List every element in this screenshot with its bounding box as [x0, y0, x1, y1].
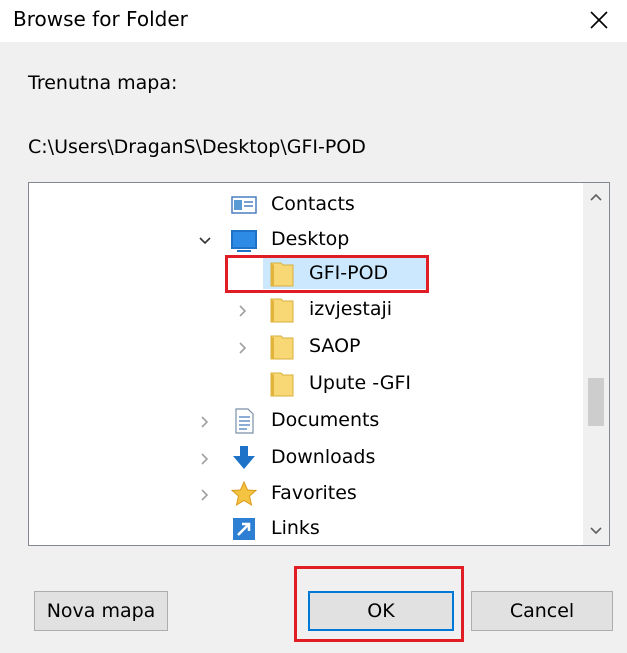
close-button[interactable]: [579, 1, 619, 41]
chevron-right-icon[interactable]: [235, 302, 251, 318]
current-folder-label: Trenutna mapa:: [28, 72, 178, 94]
chevron-down-icon[interactable]: [197, 232, 213, 248]
new-folder-button[interactable]: Nova mapa: [34, 591, 168, 631]
folder-icon: [269, 297, 295, 323]
dialog-title: Browse for Folder: [13, 7, 188, 31]
current-folder-path: C:\Users\DraganS\Desktop\GFI-POD: [28, 136, 366, 158]
close-icon: [590, 11, 608, 29]
highlight-annotation-ok-button: [294, 566, 464, 642]
tree-item-label: izvjestaji: [309, 298, 393, 320]
chevron-up-icon: [590, 193, 602, 201]
documents-icon: [231, 408, 257, 434]
tree-item-label: Documents: [271, 409, 380, 431]
chevron-right-icon[interactable]: [197, 413, 213, 429]
tree-item-documents[interactable]: Documents: [29, 404, 579, 438]
chevron-down-icon: [590, 527, 602, 535]
tree-item-label: Contacts: [271, 193, 355, 215]
chevron-right-icon[interactable]: [197, 486, 213, 502]
tree-item-links[interactable]: Links: [29, 512, 579, 545]
tree-item-saop[interactable]: SAOP: [29, 330, 579, 364]
tree-item-contacts[interactable]: Contacts: [29, 188, 579, 222]
downloads-icon: [231, 445, 257, 471]
tree-item-favorites[interactable]: Favorites: [29, 477, 579, 511]
chevron-right-icon[interactable]: [235, 339, 251, 355]
scrollbar-thumb[interactable]: [588, 378, 604, 426]
scroll-up-button[interactable]: [583, 183, 609, 211]
tree-item-label: Favorites: [271, 482, 357, 504]
cancel-button[interactable]: Cancel: [471, 591, 613, 631]
folder-icon: [269, 371, 295, 397]
links-icon: [231, 516, 257, 542]
vertical-scrollbar[interactable]: [583, 183, 609, 545]
chevron-right-icon[interactable]: [197, 450, 213, 466]
folder-icon: [269, 334, 295, 360]
highlight-annotation-selected-folder: [225, 255, 429, 293]
scroll-down-button[interactable]: [583, 517, 609, 545]
tree-item-izvjestaji[interactable]: izvjestaji: [29, 293, 579, 327]
desktop-icon: [231, 227, 257, 253]
contacts-icon: [231, 192, 257, 218]
folder-tree[interactable]: Contacts Desktop GFI-POD izvjestaji SAOP…: [28, 182, 610, 546]
tree-item-downloads[interactable]: Downloads: [29, 441, 579, 475]
tree-item-desktop[interactable]: Desktop: [29, 223, 579, 257]
favorites-icon: [230, 480, 258, 507]
title-bar: Browse for Folder: [0, 0, 627, 42]
tree-item-label: SAOP: [309, 335, 361, 357]
tree-item-label: Downloads: [271, 446, 376, 468]
tree-item-upute-gfi[interactable]: Upute -GFI: [29, 367, 579, 401]
tree-item-label: Links: [271, 517, 320, 539]
tree-item-label: Upute -GFI: [309, 372, 411, 394]
tree-item-label: Desktop: [271, 228, 350, 250]
